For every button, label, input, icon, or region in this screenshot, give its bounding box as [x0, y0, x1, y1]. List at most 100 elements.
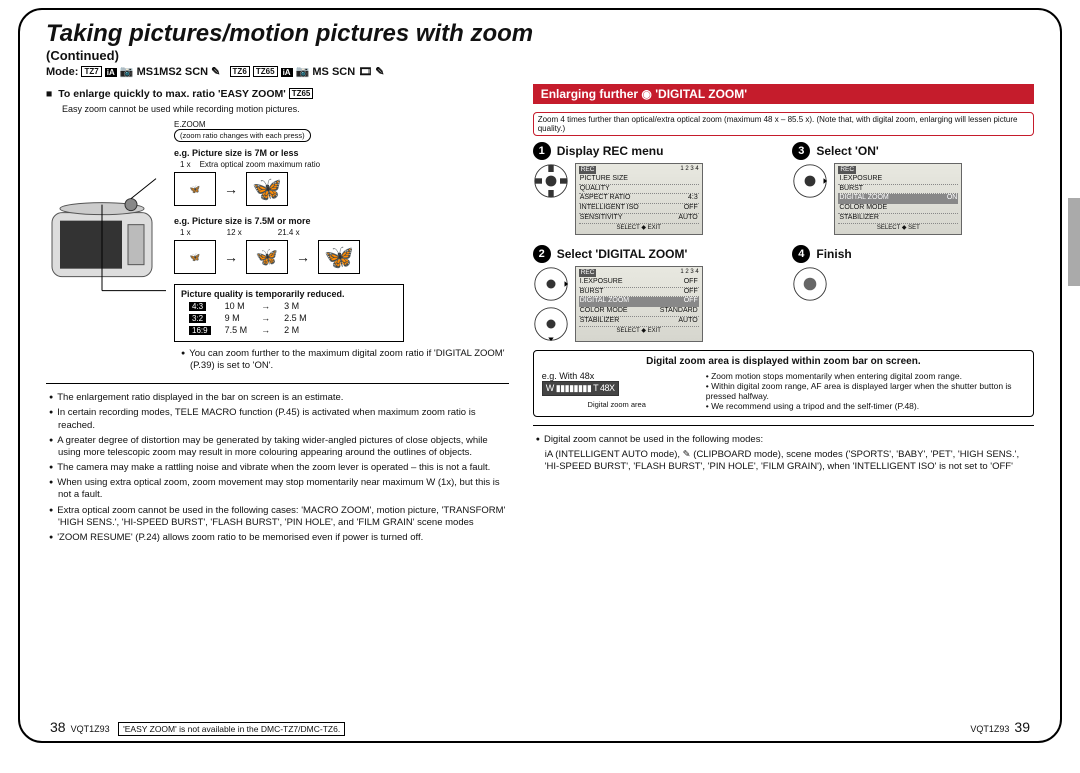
lcd2-pg: 1 2 3 4 — [680, 269, 698, 277]
step1-title: Display REC menu — [557, 144, 664, 158]
r3c: → — [255, 325, 276, 335]
l1r3: INTELLIGENT ISO — [580, 204, 639, 213]
l3r1: BURST — [839, 185, 863, 194]
step-2: 2Select 'DIGITAL ZOOM' REC 1 2 3 4 I.EXP… — [533, 245, 775, 342]
dpad-icon — [792, 163, 828, 199]
camera-diagram: E.ZOOM (zoom ratio changes with each pre… — [46, 120, 509, 375]
r1a: 4:3 — [189, 302, 206, 311]
left-b5: When using extra optical zoom, zoom move… — [46, 477, 509, 501]
easy-zoom-title: To enlarge quickly to max. ratio 'EASY Z… — [46, 88, 509, 100]
r3a: 16:9 — [189, 326, 211, 335]
footer-code-l: VQT1Z93 — [71, 724, 110, 734]
left-column: To enlarge quickly to max. ratio 'EASY Z… — [46, 84, 509, 547]
dig-left: e.g. With 48x W ▮▮▮▮▮▮▮▮ T 48X Digital z… — [542, 371, 692, 411]
step-3: 3Select 'ON' REC I.EXPOSURE BURST DIGITA… — [792, 142, 1034, 235]
l3r3: COLOR MODE — [839, 204, 887, 213]
page-num-right: 39 — [1014, 719, 1030, 735]
bf-large: 🦋 — [246, 172, 288, 206]
digital-zoom-note: Zoom 4 times further than optical/extra … — [533, 112, 1034, 136]
eg2: e.g. Picture size is 7.5M or more — [174, 216, 509, 226]
page-num-left: 38 — [50, 719, 66, 735]
dig-right: • Zoom motion stops momentarily when ent… — [706, 371, 1025, 411]
mode-line: Mode: TZ7 iA 📷 MS1MS2 SCN ✎ TZ6 TZ65 iA … — [46, 65, 1034, 78]
step-num-2: 2 — [533, 245, 551, 263]
eg1-1x: 1 x — [180, 160, 191, 169]
zoom-bar-icon: W ▮▮▮▮▮▮▮▮ T 48X — [542, 381, 619, 396]
step-num-3: 3 — [792, 142, 810, 160]
l1r4: SENSITIVITY — [580, 214, 623, 223]
dpad-icon — [533, 163, 569, 199]
dig-b3: We recommend using a tripod and the self… — [711, 401, 919, 411]
ezoom-label: E.ZOOM — [174, 120, 509, 129]
right-column: Enlarging further ◉ 'DIGITAL ZOOM' Zoom … — [533, 84, 1034, 547]
lcd2-foot: SELECT ◆ EXIT — [579, 327, 699, 336]
lcd-3: REC I.EXPOSURE BURST DIGITAL ZOOMON COLO… — [834, 163, 962, 235]
r1d: 3 M — [278, 301, 313, 311]
camera-svg — [46, 120, 166, 375]
bf2-l: 🦋 — [318, 240, 360, 274]
ia-icon-2: iA — [281, 68, 293, 77]
quality-table: 4:310 M→3 M 3:29 M→2.5 M 16:97.5 M→2 M — [181, 299, 315, 337]
r3b: 7.5 M — [219, 325, 254, 335]
lcd2-hdr: REC — [579, 269, 597, 277]
butterfly-row-2: 🦋 → 🦋 → 🦋 — [174, 240, 509, 274]
r2b: 9 M — [219, 313, 254, 323]
divider — [533, 425, 1034, 426]
eg2-1: 1 x — [180, 228, 191, 237]
l1r0: PICTURE SIZE — [580, 175, 628, 184]
left-b2: In certain recording modes, TELE MACRO f… — [46, 407, 509, 431]
quality-bullet: You can zoom further to the maximum digi… — [178, 348, 509, 372]
step4-title: Finish — [816, 247, 851, 261]
zoom-ratio-note: (zoom ratio changes with each press) — [174, 129, 311, 142]
l2r4: STABILIZER — [580, 317, 620, 326]
r1c: → — [255, 301, 276, 311]
badge-tz6: TZ6 — [230, 66, 250, 77]
dig-eg: e.g. With 48x — [542, 371, 692, 381]
digital-zoom-bar: Enlarging further ◉ 'DIGITAL ZOOM' — [533, 84, 1034, 104]
mode-set2: MS SCN — [312, 66, 355, 78]
bf2-m: 🦋 — [246, 240, 288, 274]
badge-tz65: TZ65 — [253, 66, 278, 77]
page-title: Taking pictures/motion pictures with zoo… — [46, 20, 1034, 48]
butterfly-row-1: 🦋 → 🦋 — [174, 172, 509, 206]
step-1: 1Display REC menu REC 1 2 3 4 PICTURE SI… — [533, 142, 775, 235]
footer-code-r: VQT1Z93 — [970, 724, 1009, 734]
lcd3-hdr: REC — [838, 166, 856, 174]
dpad-icon — [533, 306, 569, 342]
eg2-2: 12 x — [227, 228, 242, 237]
left-b3: A greater degree of distortion may be ge… — [46, 435, 509, 459]
camera-right: E.ZOOM (zoom ratio changes with each pre… — [174, 120, 509, 375]
page-frame: Taking pictures/motion pictures with zoo… — [18, 8, 1062, 743]
bf2-s: 🦋 — [174, 240, 216, 274]
lcd3-foot: SELECT ◆ SET — [838, 224, 958, 233]
l3r4: STABILIZER — [839, 214, 879, 223]
lcd-2: REC 1 2 3 4 I.EXPOSUREOFF BURSTOFF DIGIT… — [575, 266, 703, 342]
r2d: 2.5 M — [278, 313, 313, 323]
l2r1: BURST — [580, 288, 604, 297]
dig-b2: Within digital zoom range, AF area is di… — [706, 381, 1012, 401]
dpad-icon — [792, 266, 828, 302]
l3r0: I.EXPOSURE — [839, 175, 882, 184]
dig-b1: Zoom motion stops momentarily when enter… — [711, 371, 962, 381]
l3r2: DIGITAL ZOOM — [839, 194, 888, 203]
divider — [46, 383, 509, 384]
l2r2: DIGITAL ZOOM — [580, 297, 629, 306]
r3d: 2 M — [278, 325, 313, 335]
side-tab — [1068, 198, 1080, 286]
r1b: 10 M — [219, 301, 254, 311]
step-num-4: 4 — [792, 245, 810, 263]
l1r1: QUALITY — [580, 185, 610, 194]
dig-title: Digital zoom area is displayed within zo… — [542, 356, 1025, 367]
bf-small: 🦋 — [174, 172, 216, 206]
easy-zoom-badge: TZ65 — [289, 88, 314, 99]
eg2-3: 21.4 x — [278, 228, 300, 237]
left-b1: The enlargement ratio displayed in the b… — [46, 392, 509, 404]
l2r0: I.EXPOSURE — [580, 278, 623, 287]
mode-set1: MS1MS2 SCN — [137, 66, 209, 78]
ia-icon: iA — [105, 68, 117, 77]
easy-zoom-note: Easy zoom cannot be used while recording… — [62, 104, 509, 114]
r2a: 3:2 — [189, 314, 206, 323]
dpad-icon — [533, 266, 569, 302]
left-b7: 'ZOOM RESUME' (P.24) allows zoom ratio t… — [46, 532, 509, 544]
footer-right: VQT1Z93 39 — [970, 719, 1030, 735]
